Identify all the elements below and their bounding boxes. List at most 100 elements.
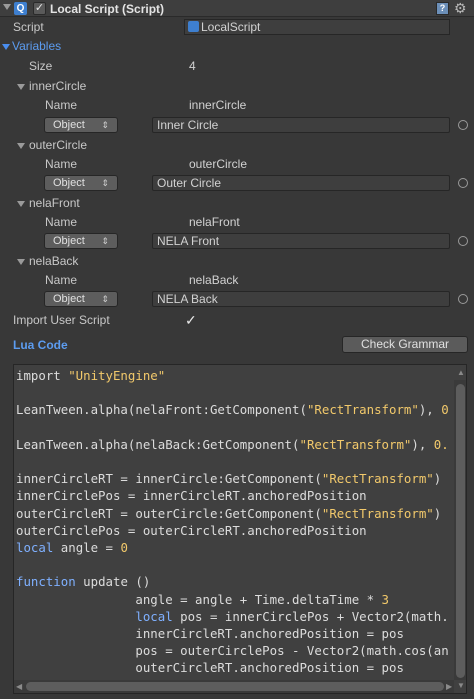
variable-object-field[interactable]: Inner Circle bbox=[152, 117, 450, 133]
component-enabled-checkbox[interactable]: ✓ bbox=[33, 2, 46, 15]
variable-name-field[interactable]: nelaFront bbox=[184, 214, 450, 230]
code-token: innerCirclePos = innerCircleRT.anchoredP… bbox=[16, 488, 367, 504]
component-header: Q ✓ Local Script (Script) ? ⚙ bbox=[0, 0, 474, 17]
code-line: pos = outerCirclePos - Vector2(math.cos(… bbox=[16, 642, 448, 659]
scroll-left-icon[interactable]: ◀ bbox=[16, 682, 22, 691]
help-icon[interactable]: ? bbox=[436, 2, 449, 15]
import-user-script-checkbox[interactable]: ✓ bbox=[184, 313, 197, 327]
innercircle-foldout-arrow-icon[interactable] bbox=[17, 84, 25, 90]
foldout-arrow-icon[interactable] bbox=[3, 4, 11, 10]
size-label: Size bbox=[29, 59, 53, 73]
check-grammar-button[interactable]: Check Grammar bbox=[342, 336, 468, 353]
scroll-down-icon[interactable]: ▼ bbox=[457, 681, 465, 690]
variable-type-dropdown[interactable]: Object ⇕ bbox=[44, 117, 118, 133]
variables-label[interactable]: Variables bbox=[12, 39, 61, 53]
variable-name-label: Name bbox=[45, 98, 78, 112]
code-line: function update () bbox=[16, 573, 150, 590]
dropdown-arrows-icon: ⇕ bbox=[101, 294, 109, 304]
code-token: ) bbox=[433, 505, 442, 521]
variable-name-field[interactable]: innerCircle bbox=[184, 97, 450, 113]
code-token: LeanTween.alpha(nelaFront:GetComponent( bbox=[16, 402, 307, 418]
script-component-icon: Q bbox=[14, 2, 27, 15]
code-token: local bbox=[135, 608, 173, 624]
dropdown-arrows-icon: ⇕ bbox=[101, 178, 109, 188]
code-token: angle = angle + Time.deltaTime * bbox=[16, 591, 382, 607]
code-token: "RectTransform" bbox=[306, 402, 419, 418]
variable-type-dropdown[interactable]: Object ⇕ bbox=[44, 233, 118, 249]
lua-code-label: Lua Code bbox=[13, 338, 68, 352]
code-token: function bbox=[16, 574, 76, 590]
code-token: "UnityEngine" bbox=[68, 368, 166, 383]
variable-name-label: Name bbox=[45, 215, 78, 229]
code-token: 0 bbox=[441, 402, 449, 418]
code-line: innerCirclePos = innerCircleRT.anchoredP… bbox=[16, 487, 367, 504]
code-token: outerCircleRT = outerCircle:GetComponent… bbox=[16, 505, 322, 521]
code-token: 0. bbox=[433, 436, 449, 452]
nelafront-foldout-arrow-icon[interactable] bbox=[17, 201, 25, 207]
code-token: outerCirclePos = outerCircleRT.anchoredP… bbox=[16, 522, 367, 538]
lua-script-icon bbox=[188, 21, 199, 32]
code-token: update () bbox=[75, 574, 151, 590]
variable-type-value: Object bbox=[53, 293, 85, 305]
variable-header-nelafront[interactable]: nelaFront bbox=[29, 196, 80, 210]
code-line: import "UnityEngine" bbox=[16, 367, 165, 384]
script-field[interactable]: LocalScript bbox=[184, 19, 450, 35]
code-token: "RectTransform" bbox=[321, 471, 434, 487]
code-line: innerCircleRT.anchoredPosition = pos bbox=[16, 625, 404, 642]
gear-icon[interactable]: ⚙ bbox=[454, 0, 467, 16]
code-token: LeanTween.alpha(nelaBack:GetComponent( bbox=[16, 436, 300, 452]
variable-header-nelaback[interactable]: nelaBack bbox=[29, 254, 78, 268]
variable-name-label: Name bbox=[45, 157, 78, 171]
code-token: "RectTransform" bbox=[321, 505, 434, 521]
variable-name-field[interactable]: nelaBack bbox=[184, 272, 450, 288]
component-title: Local Script (Script) bbox=[50, 2, 165, 16]
object-picker-icon[interactable] bbox=[458, 178, 468, 188]
variable-header-outercircle[interactable]: outerCircle bbox=[29, 138, 87, 152]
object-picker-icon[interactable] bbox=[458, 294, 468, 304]
variable-type-dropdown[interactable]: Object ⇕ bbox=[44, 291, 118, 307]
horizontal-scrollbar-thumb[interactable] bbox=[26, 682, 444, 691]
code-line: outerCircleRT.anchoredPosition = pos bbox=[16, 659, 404, 676]
vertical-scrollbar-thumb[interactable] bbox=[456, 384, 465, 678]
scroll-up-icon[interactable]: ▲ bbox=[457, 368, 465, 377]
outercircle-foldout-arrow-icon[interactable] bbox=[17, 143, 25, 149]
code-line: LeanTween.alpha(nelaBack:GetComponent("R… bbox=[16, 436, 449, 453]
variable-object-field[interactable]: NELA Front bbox=[152, 233, 450, 249]
script-label: Script bbox=[13, 20, 44, 34]
code-token: ), bbox=[411, 436, 434, 452]
size-field[interactable]: 4 bbox=[184, 58, 450, 74]
code-line: angle = angle + Time.deltaTime * 3 bbox=[16, 591, 389, 608]
code-token: 3 bbox=[381, 591, 389, 607]
variable-type-value: Object bbox=[53, 177, 85, 189]
code-line: outerCircleRT = outerCircle:GetComponent… bbox=[16, 505, 441, 522]
code-token: ) bbox=[433, 471, 442, 487]
variable-object-field[interactable]: Outer Circle bbox=[152, 175, 450, 191]
variable-header-innercircle[interactable]: innerCircle bbox=[29, 79, 86, 93]
code-token: local bbox=[16, 540, 54, 555]
code-token: ), bbox=[418, 402, 442, 418]
code-token: outerCircleRT.anchoredPosition = pos bbox=[16, 660, 404, 676]
variable-object-field[interactable]: NELA Back bbox=[152, 291, 450, 307]
code-token: 0 bbox=[120, 540, 128, 555]
code-line: LeanTween.alpha(nelaFront:GetComponent("… bbox=[16, 401, 449, 418]
scroll-right-icon[interactable]: ▶ bbox=[446, 682, 452, 691]
variable-name-field[interactable]: outerCircle bbox=[184, 156, 450, 172]
variable-type-dropdown[interactable]: Object ⇕ bbox=[44, 175, 118, 191]
code-line: local pos = innerCirclePos + Vector2(mat… bbox=[16, 608, 449, 625]
code-token: "RectTransform" bbox=[299, 436, 412, 452]
code-token: angle = bbox=[53, 540, 121, 555]
variable-type-value: Object bbox=[53, 235, 85, 247]
import-user-script-label: Import User Script bbox=[13, 313, 110, 327]
variable-name-label: Name bbox=[45, 273, 78, 287]
object-picker-icon[interactable] bbox=[458, 236, 468, 246]
code-line: local angle = 0 bbox=[16, 539, 128, 556]
lua-code-editor[interactable]: import "UnityEngine" LeanTween.alpha(nela… bbox=[13, 364, 467, 694]
code-token: innerCircleRT.anchoredPosition = pos bbox=[16, 626, 404, 641]
variables-foldout-arrow-icon[interactable] bbox=[2, 44, 10, 50]
object-picker-icon[interactable] bbox=[458, 120, 468, 130]
script-field-value: LocalScript bbox=[201, 20, 261, 34]
code-line: outerCirclePos = outerCircleRT.anchoredP… bbox=[16, 522, 367, 539]
nelaback-foldout-arrow-icon[interactable] bbox=[17, 259, 25, 265]
code-token: pos = innerCirclePos + Vector2(math. bbox=[172, 608, 449, 624]
